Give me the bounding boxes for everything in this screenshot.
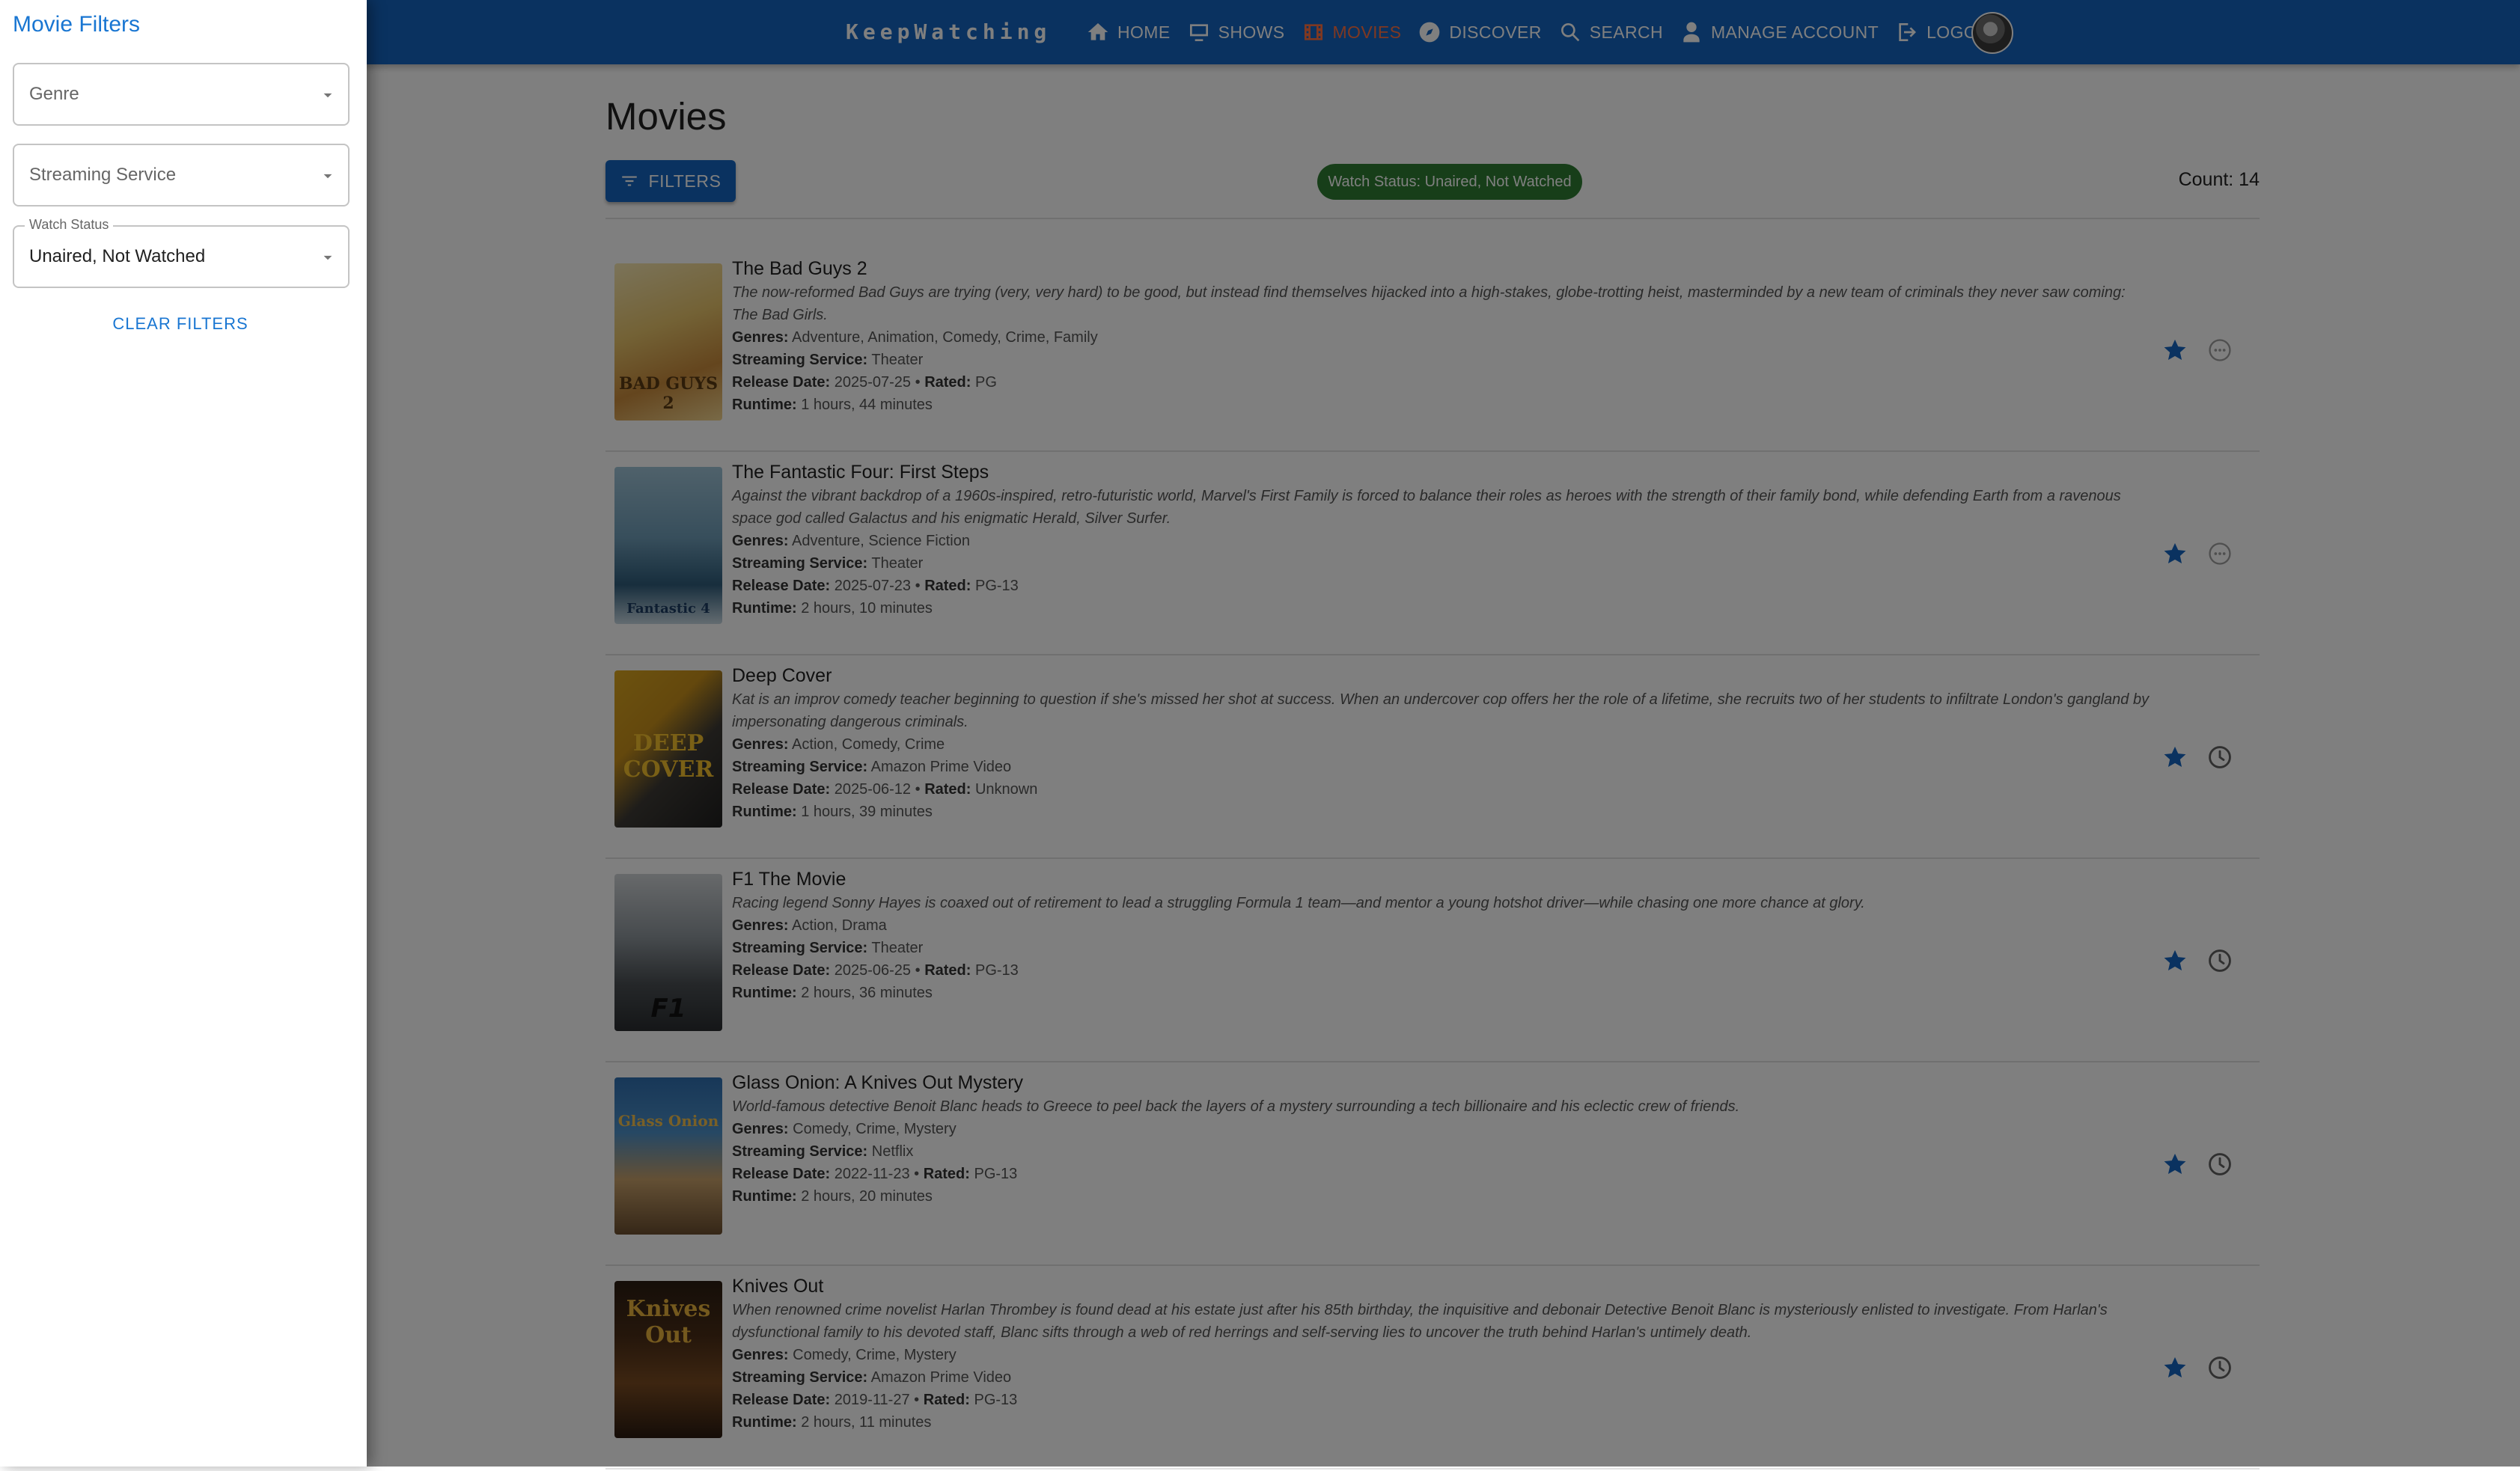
genre-select[interactable]: Genre <box>13 63 350 126</box>
watch-status-select[interactable]: Watch Status Unaired, Not Watched <box>13 217 350 288</box>
clear-filters-button[interactable]: CLEAR FILTERS <box>0 314 361 334</box>
streaming-service-select[interactable]: Streaming Service <box>13 144 350 207</box>
drawer-backdrop[interactable] <box>0 0 2520 1467</box>
drawer-title: Movie Filters <box>13 12 141 37</box>
chevron-down-icon <box>323 255 332 260</box>
filter-drawer: Movie Filters Genre Streaming Service Wa… <box>0 0 367 1467</box>
streaming-select-placeholder: Streaming Service <box>29 165 177 185</box>
watch-status-value: Unaired, Not Watched <box>29 246 206 266</box>
chevron-down-icon <box>323 93 332 98</box>
genre-select-placeholder: Genre <box>29 84 79 104</box>
chevron-down-icon <box>323 174 332 179</box>
